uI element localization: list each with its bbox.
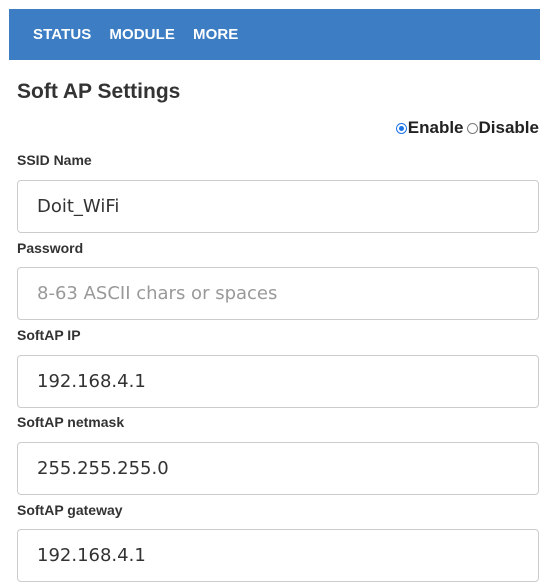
softap-ip-input[interactable]	[17, 355, 539, 408]
nav-more[interactable]: MORE	[193, 26, 238, 43]
enable-radio-option[interactable]: Enable	[395, 118, 464, 138]
nav-module[interactable]: MODULE	[109, 26, 175, 43]
enable-label: Enable	[407, 118, 464, 137]
password-label: Password	[17, 240, 84, 256]
softap-mode-switch: Enable Disable	[395, 118, 539, 138]
page-title: Soft AP Settings	[17, 80, 181, 103]
softap-gateway-input[interactable]	[17, 529, 539, 582]
softap-gateway-label: SoftAP gateway	[17, 502, 123, 518]
softap-ip-label: SoftAP IP	[17, 327, 81, 343]
disable-radio-option[interactable]: Disable	[466, 118, 539, 138]
ssid-input[interactable]	[17, 180, 539, 233]
nav-status[interactable]: STATUS	[33, 26, 91, 43]
softap-netmask-label: SoftAP netmask	[17, 414, 125, 430]
top-navbar: STATUS MODULE MORE	[9, 9, 540, 60]
enable-radio-button[interactable]	[395, 122, 407, 134]
ssid-label: SSID Name	[17, 152, 92, 168]
disable-radio-button[interactable]	[466, 122, 478, 134]
softap-netmask-input[interactable]	[17, 442, 539, 495]
password-input[interactable]	[17, 267, 539, 320]
disable-label: Disable	[478, 118, 539, 137]
